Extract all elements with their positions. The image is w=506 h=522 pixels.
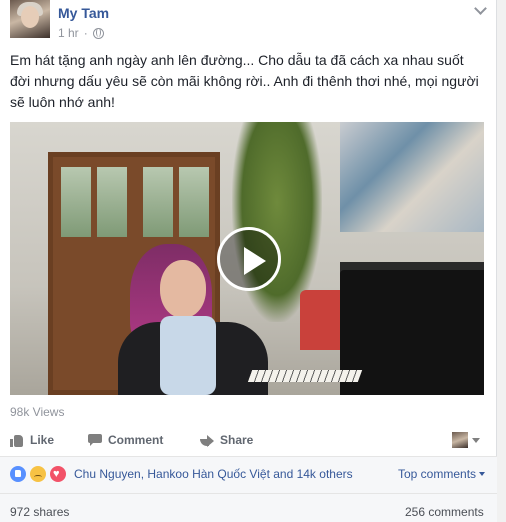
reactions-summary[interactable]: Chu Nguyen, Hankoo Hàn Quốc Việt and 14k… [10, 466, 353, 482]
like-label: Like [30, 433, 55, 447]
video-person-scarf [160, 316, 216, 395]
video-door-pane [143, 167, 173, 237]
caret-icon [472, 437, 480, 443]
post-timestamp[interactable]: 1 hr [58, 26, 79, 40]
video-piano [340, 270, 484, 395]
video-player[interactable] [10, 122, 484, 395]
divider [0, 493, 497, 494]
post-meta: 1 hr · [58, 26, 104, 40]
play-button[interactable] [217, 227, 281, 291]
comments-count[interactable]: 256 comments [405, 505, 484, 519]
reaction-love-icon [50, 466, 66, 482]
author-name[interactable]: My Tam [58, 5, 109, 21]
share-icon [200, 434, 214, 447]
chevron-down-icon[interactable] [474, 4, 486, 16]
caret-icon [479, 472, 486, 476]
video-piano-keys [247, 370, 363, 382]
top-comments-dropdown[interactable]: Top comments [398, 467, 486, 481]
reaction-names[interactable]: Chu Nguyen, Hankoo Hàn Quốc Việt and 14k… [74, 467, 353, 481]
video-person-face [160, 260, 206, 318]
like-icon [10, 434, 24, 447]
like-button[interactable]: Like [10, 433, 54, 447]
action-bar: Like Comment Share [10, 426, 486, 454]
play-icon [244, 247, 266, 275]
divider [0, 456, 497, 457]
top-comments-label: Top comments [398, 467, 477, 481]
scrollbar[interactable] [497, 0, 506, 522]
actor-avatar [452, 432, 468, 448]
video-door-pane [179, 167, 209, 237]
reaction-sad-icon [30, 466, 46, 482]
video-door-pane [97, 167, 127, 237]
comment-button[interactable]: Comment [88, 433, 163, 447]
video-wall-art [340, 122, 484, 232]
author-avatar[interactable] [10, 0, 50, 38]
meta-separator: · [83, 26, 88, 40]
share-label: Share [220, 433, 254, 447]
post-text: Em hát tặng anh ngày anh lên đường... Ch… [10, 52, 479, 110]
avatar-face [21, 6, 39, 28]
comment-icon [88, 434, 102, 446]
view-count: 98k Views [10, 405, 65, 419]
post-card: My Tam 1 hr · Em hát tặng anh ngày anh l… [0, 0, 497, 522]
share-button[interactable]: Share [200, 433, 253, 447]
reaction-like-icon [10, 466, 26, 482]
globe-icon [92, 27, 104, 39]
video-door-pane [61, 167, 91, 237]
shares-count[interactable]: 972 shares [10, 505, 69, 519]
actor-selector[interactable] [452, 432, 480, 448]
comment-label: Comment [108, 433, 164, 447]
